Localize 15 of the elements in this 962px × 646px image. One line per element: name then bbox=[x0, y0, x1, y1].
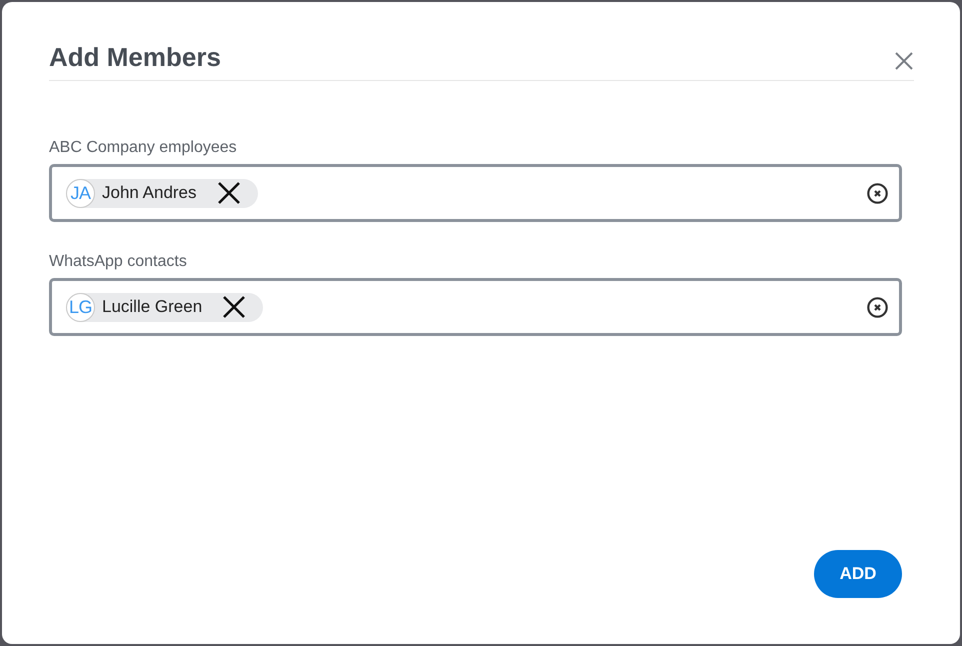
add-button[interactable]: ADD bbox=[814, 550, 902, 598]
remove-icon[interactable] bbox=[216, 181, 241, 205]
field-label: ABC Company employees bbox=[49, 138, 238, 158]
member-input-field[interactable]: LG Lucille Green bbox=[49, 278, 902, 336]
close-icon[interactable] bbox=[895, 52, 913, 70]
dialog-title: Add Members bbox=[49, 41, 221, 74]
member-name: John Andres bbox=[102, 182, 197, 204]
clear-icon[interactable] bbox=[867, 296, 888, 318]
clear-icon[interactable] bbox=[867, 182, 888, 204]
member-name: Lucille Green bbox=[102, 296, 202, 318]
remove-icon[interactable] bbox=[222, 295, 246, 319]
avatar-initials: JA bbox=[66, 178, 95, 208]
avatar-initials: LG bbox=[66, 292, 95, 322]
field-label: WhatsApp contacts bbox=[49, 252, 188, 272]
member-input-field[interactable]: JA John Andres bbox=[49, 164, 902, 222]
